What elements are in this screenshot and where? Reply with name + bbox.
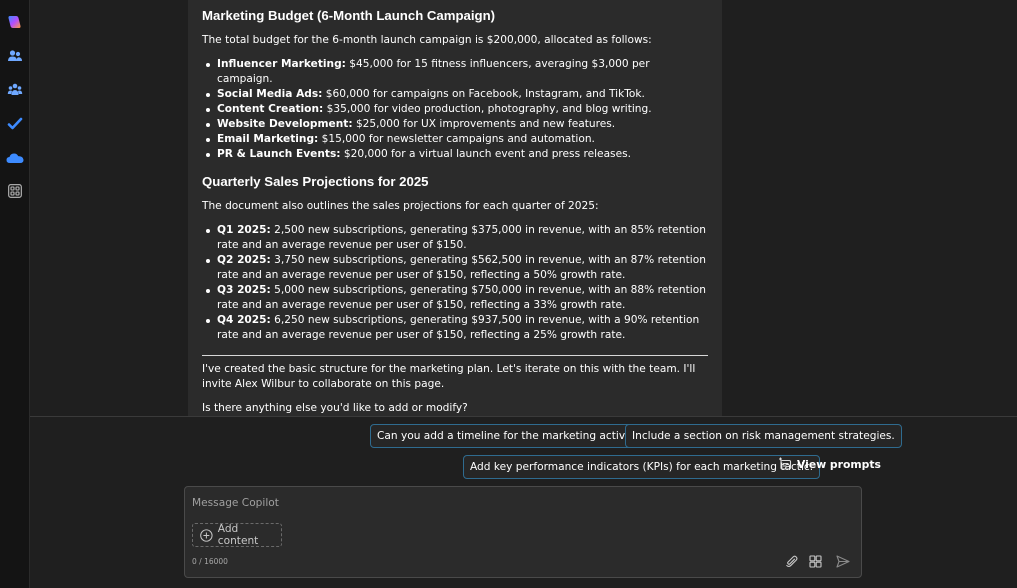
prompts-sparkle-icon bbox=[779, 457, 792, 470]
send-icon[interactable] bbox=[835, 553, 851, 569]
suggestion-kpis[interactable]: Add key performance indicators (KPIs) fo… bbox=[463, 455, 821, 479]
people-icon[interactable] bbox=[5, 46, 25, 66]
view-prompts-button[interactable]: View prompts bbox=[778, 456, 881, 472]
character-counter: 0 / 16000 bbox=[192, 557, 228, 566]
list-item: Q3 2025: 5,000 new subscriptions, genera… bbox=[202, 283, 708, 313]
chat-area: Marketing Budget (6-Month Launch Campaig… bbox=[30, 0, 1017, 416]
section-divider bbox=[202, 355, 708, 356]
message-input[interactable]: Message Copilot bbox=[192, 497, 279, 509]
budget-intro: The total budget for the 6-month launch … bbox=[202, 34, 652, 46]
suggestion-risk-management[interactable]: Include a section on risk management str… bbox=[625, 424, 902, 448]
sales-intro: The document also outlines the sales pro… bbox=[202, 200, 599, 212]
plugins-icon[interactable] bbox=[807, 553, 823, 569]
app-rail bbox=[0, 0, 30, 588]
copilot-icon[interactable] bbox=[5, 12, 25, 32]
teams-icon[interactable] bbox=[5, 80, 25, 100]
message-composer[interactable]: Message Copilot Add content 0 / 16000 bbox=[184, 486, 862, 578]
budget-list: Influencer Marketing: $45,000 for 15 fit… bbox=[202, 57, 708, 162]
list-item: Website Development: $25,000 for UX impr… bbox=[202, 117, 708, 132]
attach-icon[interactable] bbox=[783, 553, 799, 569]
list-item: Q2 2025: 3,750 new subscriptions, genera… bbox=[202, 253, 708, 283]
todo-check-icon[interactable] bbox=[5, 114, 25, 134]
list-item: Content Creation: $35,000 for video prod… bbox=[202, 102, 708, 117]
sales-heading: Quarterly Sales Projections for 2025 bbox=[202, 174, 429, 189]
list-item: Q4 2025: 6,250 new subscriptions, genera… bbox=[202, 313, 708, 343]
closing-text: I've created the basic structure for the… bbox=[202, 363, 696, 390]
budget-heading: Marketing Budget (6-Month Launch Campaig… bbox=[202, 8, 496, 23]
list-item: Email Marketing: $15,000 for newsletter … bbox=[202, 132, 708, 147]
list-item: Social Media Ads: $60,000 for campaigns … bbox=[202, 87, 708, 102]
add-circle-icon bbox=[200, 528, 213, 542]
sales-list: Q1 2025: 2,500 new subscriptions, genera… bbox=[202, 223, 708, 343]
add-content-button[interactable]: Add content bbox=[192, 523, 282, 547]
chat-divider bbox=[30, 416, 1017, 417]
list-item: PR & Launch Events: $20,000 for a virtua… bbox=[202, 147, 708, 162]
apps-grid-icon[interactable] bbox=[5, 181, 25, 201]
list-item: Influencer Marketing: $45,000 for 15 fit… bbox=[202, 57, 708, 87]
list-item: Q1 2025: 2,500 new subscriptions, genera… bbox=[202, 223, 708, 253]
suggestion-timeline[interactable]: Can you add a timeline for the marketing… bbox=[370, 424, 660, 448]
copilot-response: Marketing Budget (6-Month Launch Campaig… bbox=[188, 0, 722, 416]
onedrive-cloud-icon[interactable] bbox=[5, 148, 25, 168]
follow-up-question: Is there anything else you'd like to add… bbox=[202, 402, 468, 414]
